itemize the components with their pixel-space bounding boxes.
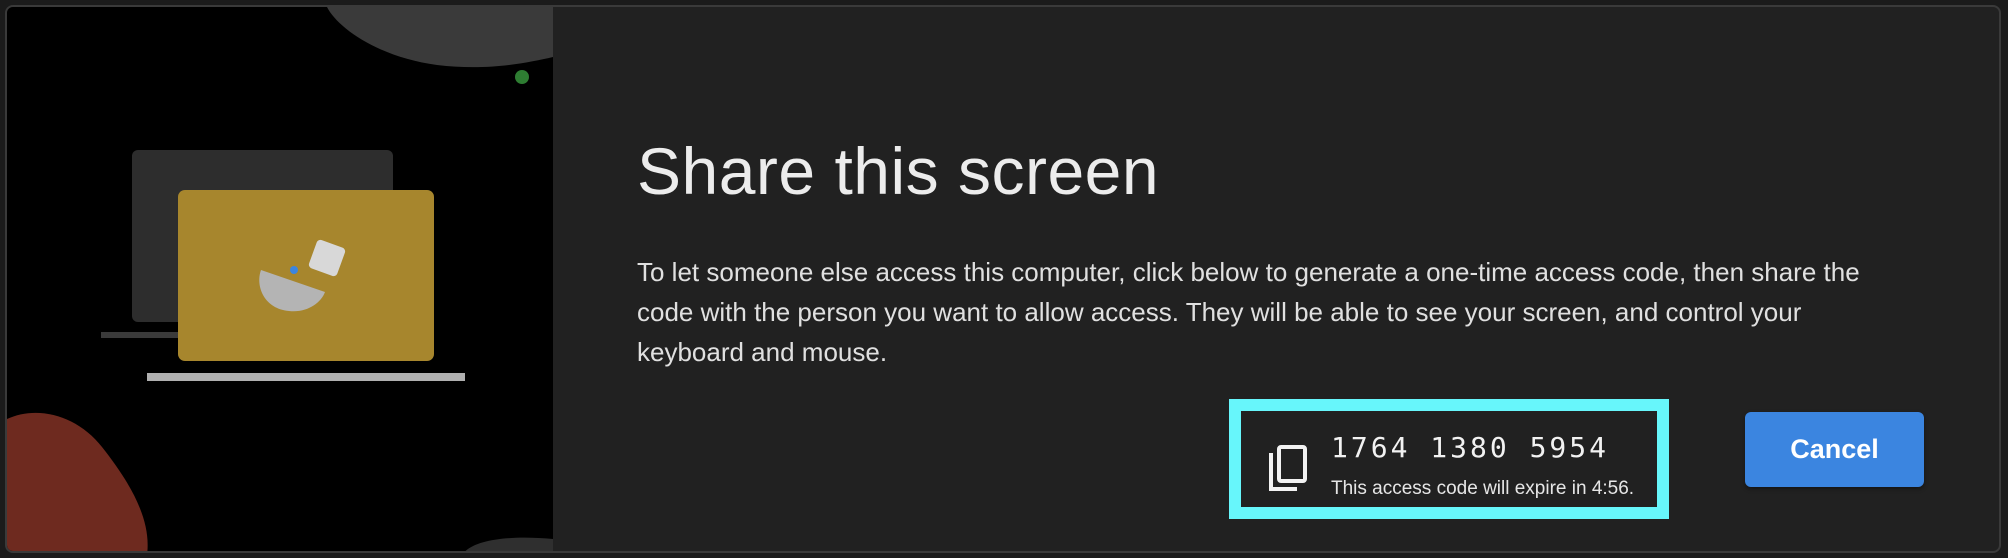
decorative-dot-green: [515, 70, 529, 84]
share-instructions: To let someone else access this computer…: [637, 257, 1860, 367]
expiry-text: This access code will expire in 4:56.: [1331, 478, 1635, 499]
laptop-base: [147, 373, 465, 381]
page-title: Share this screen: [637, 134, 1160, 208]
remote-access-dialog: Share this screen To let someone else ac…: [5, 5, 2001, 553]
dialog-content: Share this screen To let someone else ac…: [553, 7, 1999, 551]
blue-dot: [290, 266, 298, 274]
copy-icon[interactable]: [1267, 445, 1309, 493]
access-code-panel: 1764 1380 5954 This access code will exp…: [1229, 399, 1669, 519]
decorative-blob-top: [327, 7, 553, 68]
access-code[interactable]: 1764 1380 5954: [1331, 431, 1609, 464]
laptop-illustration: [7, 7, 553, 551]
share-screen-illustration: [7, 7, 553, 551]
decorative-blob-bottom: [465, 537, 553, 551]
laptop-screen: [178, 190, 434, 361]
cancel-button[interactable]: Cancel: [1745, 412, 1924, 487]
decorative-blob-red: [7, 412, 148, 551]
